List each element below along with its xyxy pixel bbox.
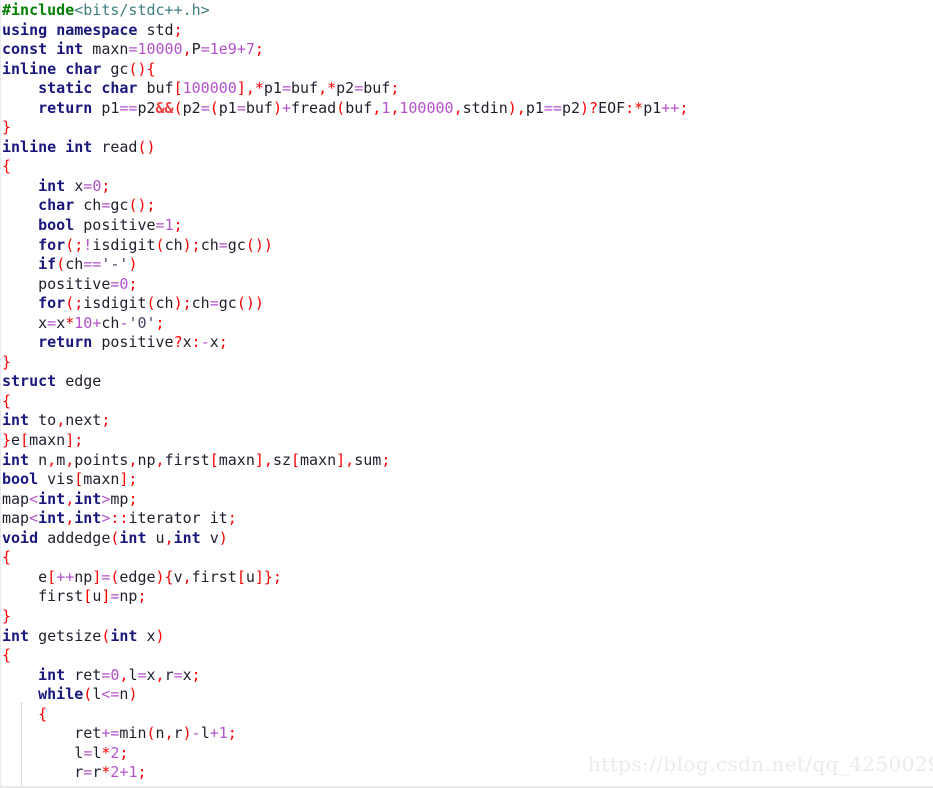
code-line: for(;!isdigit(ch);ch=gc()) — [38, 235, 273, 254]
screenshot-root: #include<bits/stdc++.h> using namespace s… — [0, 0, 933, 788]
code-line: static char buf[100000],*p1=buf,*p2=buf; — [38, 79, 400, 98]
code-line: } — [2, 352, 12, 371]
code-line: int getsize(int x) — [2, 626, 165, 645]
code-line: void addedge(int u,int v) — [2, 528, 228, 547]
code-line: for(;isdigit(ch);ch=gc()) — [38, 294, 264, 313]
code-line: { — [2, 391, 12, 410]
code-line: } — [2, 118, 12, 137]
code-line: #include<bits/stdc++.h> — [2, 1, 210, 19]
code-line: map<int,int>mp; — [2, 489, 138, 508]
code-line: { — [2, 157, 12, 176]
code-line: ret+=min(n,r)-l+1; — [2, 724, 237, 743]
source-code-block[interactable]: #include<bits/stdc++.h> using namespace s… — [2, 1, 688, 783]
code-line: return p1==p2&&(p2=(p1=buf)+fread(buf,1,… — [38, 98, 689, 117]
code-line: int x=0; — [38, 176, 111, 195]
code-line: } — [2, 606, 12, 625]
code-line: while(l<=n) — [38, 685, 138, 704]
code-line: e[++np]=(edge){v,first[u]}; — [2, 567, 282, 586]
code-line: if(ch=='-') — [38, 255, 138, 274]
code-line: l=l*2; — [2, 743, 129, 762]
code-line: bool positive=1; — [38, 216, 183, 235]
code-line: positive=0; — [2, 274, 138, 293]
code-line: inline int read() — [2, 137, 156, 156]
code-line: x=x*10+ch-'0'; — [2, 313, 165, 332]
code-line: map<int,int>::iterator it; — [2, 509, 237, 528]
code-line: bool vis[maxn]; — [2, 470, 138, 489]
code-line: int to,next; — [2, 411, 111, 430]
code-line: using namespace std; — [2, 20, 183, 39]
code-line: inline char gc(){ — [2, 59, 156, 78]
code-line: { — [2, 646, 12, 665]
code-line: return positive?x:-x; — [38, 333, 228, 352]
csdn-watermark: https://blog.csdn.net/qq_42500298 — [588, 752, 933, 776]
code-line: const int maxn=10000,P=1e9+7; — [2, 40, 264, 59]
code-line: first[u]=np; — [2, 587, 147, 606]
code-line: int ret=0,l=x,r=x; — [38, 665, 201, 684]
code-line: { — [38, 704, 48, 723]
code-line: char ch=gc(); — [38, 196, 156, 215]
code-line: r=r*2+1; — [2, 763, 147, 782]
code-line: struct edge — [2, 372, 102, 391]
code-line: }e[maxn]; — [2, 431, 84, 450]
code-line: int n,m,points,np,first[maxn],sz[maxn],s… — [2, 450, 391, 469]
code-line: { — [2, 548, 12, 567]
